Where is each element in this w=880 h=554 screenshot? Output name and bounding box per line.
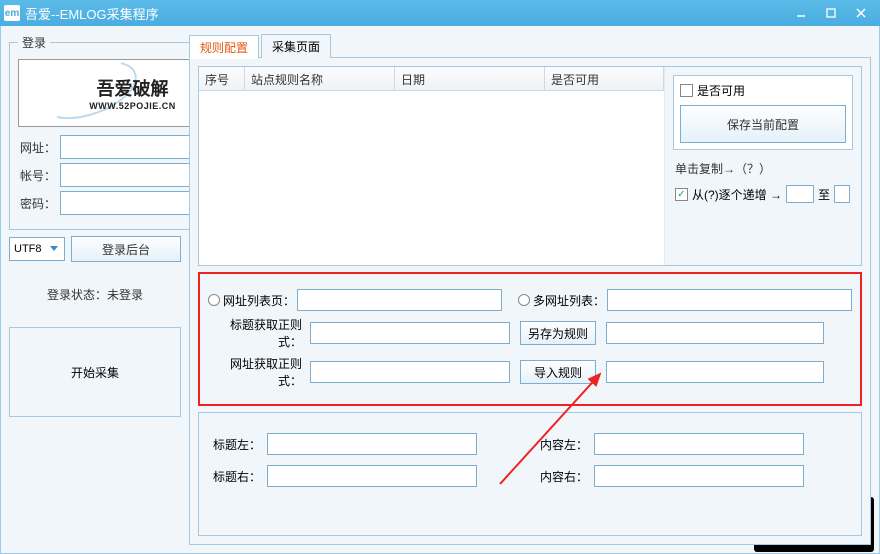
user-label: 帐号： xyxy=(18,167,60,184)
save-config-button[interactable]: 保存当前配置 xyxy=(680,105,846,143)
close-button[interactable] xyxy=(846,3,876,23)
regex-panel: 网址列表页： 多网址列表： 标题获取正则式： 另存为规则 xyxy=(198,272,862,406)
window-controls xyxy=(786,3,876,23)
col-enabled[interactable]: 是否可用 xyxy=(545,67,664,90)
multi-url-radio[interactable] xyxy=(518,294,530,306)
copy-hint: 单击复制→（？） xyxy=(673,150,853,183)
start-collect-button[interactable]: 开始采集 xyxy=(71,364,119,381)
main-area: 登录 吾爱破解 WWW.52POJIE.CN 网址： 帐号： 密码： xyxy=(0,26,880,554)
title-right-input[interactable] xyxy=(267,465,477,487)
url-label: 网址： xyxy=(18,139,60,156)
minimize-button[interactable] xyxy=(786,3,816,23)
enable-label: 是否可用 xyxy=(697,82,745,99)
title-right-label: 标题右： xyxy=(207,468,267,485)
tab-bar: 规则配置 采集页面 xyxy=(189,34,871,58)
content-right-label: 内容右： xyxy=(534,468,594,485)
url-regex-extra-input[interactable] xyxy=(606,361,824,383)
content-left-input[interactable] xyxy=(594,433,804,455)
increment-from-input[interactable] xyxy=(786,185,814,203)
pass-label: 密码： xyxy=(18,195,60,212)
enable-checkbox[interactable] xyxy=(680,84,693,97)
title-left-label: 标题左： xyxy=(207,436,267,453)
start-collect-block: 开始采集 xyxy=(9,327,181,417)
increment-label: 从(?)逐个递增 → xyxy=(692,186,782,203)
url-list-input[interactable] xyxy=(297,289,502,311)
increment-checkbox[interactable] xyxy=(675,188,688,201)
url-list-label: 网址列表页： xyxy=(223,292,295,309)
encoding-text: UTF8 xyxy=(14,243,48,255)
import-rule-button[interactable]: 导入规则 xyxy=(520,360,596,384)
titlebar: em 吾爱--EMLOG采集程序 xyxy=(0,0,880,26)
multi-url-input[interactable] xyxy=(607,289,852,311)
url-list-radio[interactable] xyxy=(208,294,220,306)
title-regex-extra-input[interactable] xyxy=(606,322,824,344)
config-panel: 是否可用 保存当前配置 单击复制→（？） 从(?)逐个递增 → 至 xyxy=(665,67,861,265)
content-right-input[interactable] xyxy=(594,465,804,487)
rule-table: 序号 站点规则名称 日期 是否可用 xyxy=(199,67,665,265)
title-left-input[interactable] xyxy=(267,433,477,455)
to-label: 至 xyxy=(818,186,830,203)
app-icon: em xyxy=(4,5,20,21)
save-as-rule-button[interactable]: 另存为规则 xyxy=(520,321,596,345)
sidebar: 登录 吾爱破解 WWW.52POJIE.CN 网址： 帐号： 密码： xyxy=(9,34,181,545)
login-row: UTF8 登录后台 xyxy=(9,236,181,262)
content-left-label: 内容左： xyxy=(534,436,594,453)
chevron-down-icon xyxy=(48,242,62,257)
login-legend: 登录 xyxy=(18,34,50,51)
tab-body: 序号 站点规则名称 日期 是否可用 是否可用 保存当前配置 xyxy=(189,57,871,545)
maximize-button[interactable] xyxy=(816,3,846,23)
window-title: 吾爱--EMLOG采集程序 xyxy=(25,4,786,23)
login-button[interactable]: 登录后台 xyxy=(71,236,181,262)
col-index[interactable]: 序号 xyxy=(199,67,245,90)
logo-main-text: 吾爱破解 xyxy=(89,75,176,101)
title-regex-label: 标题获取正则式： xyxy=(208,316,308,350)
config-top: 是否可用 保存当前配置 xyxy=(673,75,853,150)
table-body[interactable] xyxy=(199,91,664,265)
col-date[interactable]: 日期 xyxy=(395,67,545,90)
url-regex-input[interactable] xyxy=(310,361,510,383)
tab-collect-page[interactable]: 采集页面 xyxy=(261,34,331,58)
bottom-panel: 标题左： 内容左： 标题右： 内容右： xyxy=(198,412,862,536)
logo-url-text: WWW.52POJIE.CN xyxy=(89,101,176,111)
increment-to-input[interactable] xyxy=(834,185,850,203)
increment-row: 从(?)逐个递增 → 至 xyxy=(673,183,853,205)
tab-rule-config[interactable]: 规则配置 xyxy=(189,35,259,59)
col-rule-name[interactable]: 站点规则名称 xyxy=(245,67,395,90)
multi-url-label: 多网址列表： xyxy=(533,292,605,309)
title-regex-input[interactable] xyxy=(310,322,510,344)
top-panel: 序号 站点规则名称 日期 是否可用 是否可用 保存当前配置 xyxy=(198,66,862,266)
table-header: 序号 站点规则名称 日期 是否可用 xyxy=(199,67,664,91)
encoding-combo[interactable]: UTF8 xyxy=(9,237,65,261)
login-status: 登录状态：未登录 xyxy=(9,268,181,321)
url-regex-label: 网址获取正则式： xyxy=(208,355,308,389)
content: 规则配置 采集页面 序号 站点规则名称 日期 是否可用 xyxy=(189,34,871,545)
